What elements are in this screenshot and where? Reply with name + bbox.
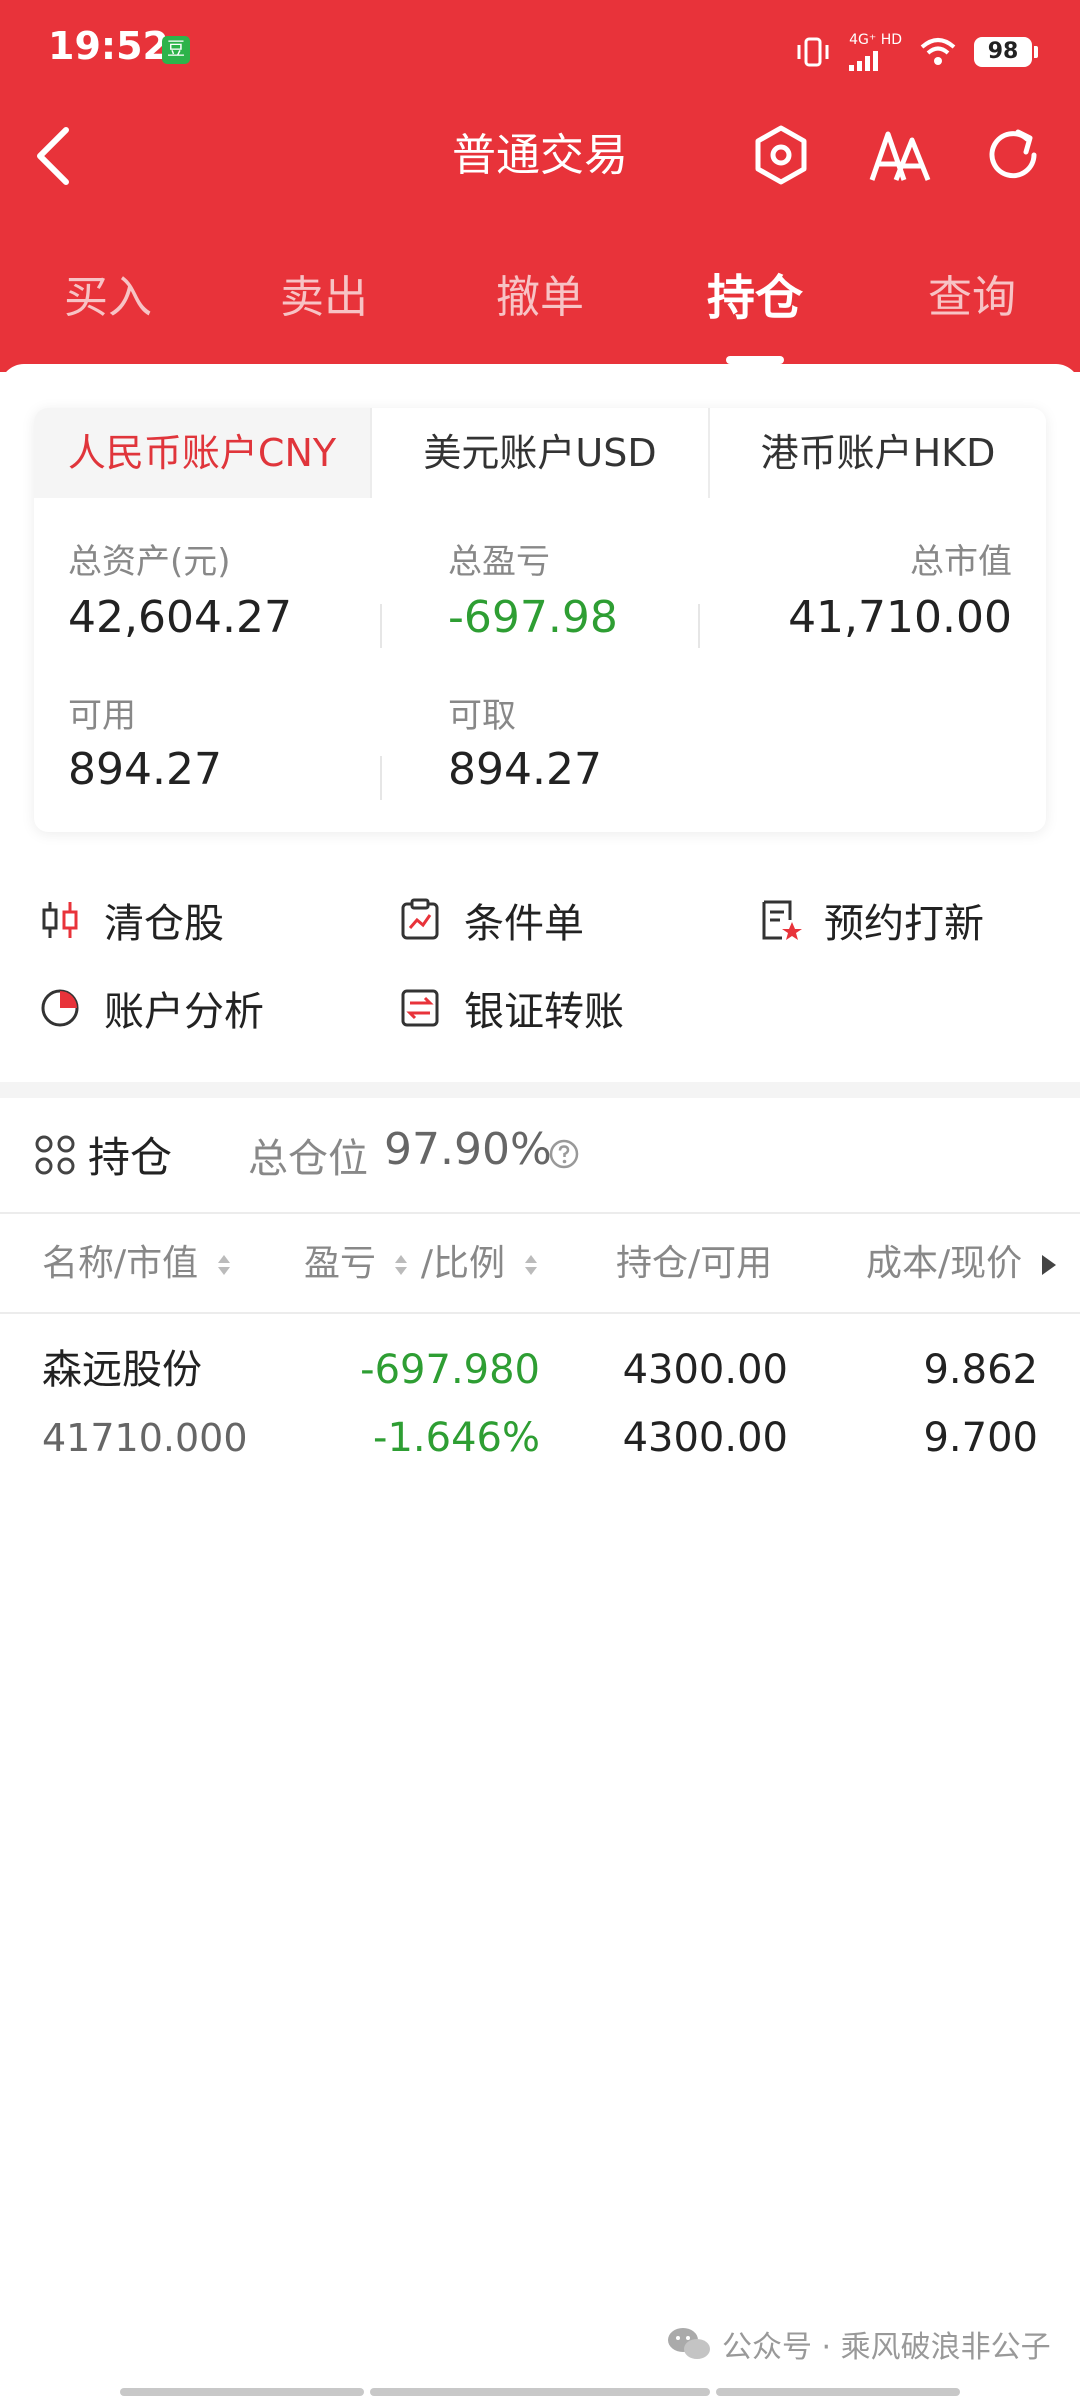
help-icon[interactable] [548, 1138, 580, 1170]
vibrate-icon [797, 37, 829, 67]
column-pnl[interactable]: 盈亏 /比例 [304, 1240, 539, 1288]
market-value-value: 41,710.00 [788, 592, 1012, 643]
sort-icon [217, 1255, 230, 1275]
divider [380, 604, 382, 648]
stock-name: 森远股份 [42, 1347, 202, 1393]
tab-buy[interactable]: 买入 [38, 268, 178, 328]
divider [0, 1212, 1080, 1214]
holdings-title: 持仓 [88, 1133, 173, 1182]
battery-indicator: 98 [974, 37, 1038, 67]
withdrawable-label: 可取 [448, 696, 516, 736]
market-value-label: 总市值 [910, 542, 1012, 582]
network-label: 4G⁺ HD [849, 32, 902, 48]
grid-icon [35, 1135, 75, 1175]
clipboard-chart-icon [401, 898, 439, 940]
total-pnl-value: -697.98 [448, 592, 618, 643]
clear-positions-button[interactable]: 清仓股 [38, 890, 224, 950]
watermark-text: 公众号 · 乘风破浪非公子 [722, 2330, 1051, 2365]
stock-pnl-ratio: -1.646% [373, 1415, 540, 1461]
available-value: 894.27 [68, 744, 222, 795]
ipo-subscription-button[interactable]: 预约打新 [758, 890, 984, 950]
stock-price: 9.700 [923, 1415, 1038, 1461]
column-label: 盈亏 [304, 1243, 377, 1284]
quick-action-label: 账户分析 [104, 989, 264, 1035]
tab-account-cny[interactable]: 人民币账户CNY [34, 408, 370, 498]
divider [698, 604, 700, 648]
tab-cancel-order[interactable]: 撤单 [470, 268, 610, 328]
tab-account-usd[interactable]: 美元账户USD [370, 408, 708, 498]
wifi-icon [920, 38, 956, 65]
quick-action-label: 条件单 [464, 901, 584, 947]
divider [380, 756, 382, 800]
stock-holding: 4300.00 [622, 1347, 788, 1393]
stock-cost: 9.862 [923, 1347, 1038, 1393]
pie-chart-icon [41, 989, 79, 1027]
sort-icon [524, 1255, 537, 1275]
withdrawable-value: 894.27 [448, 744, 602, 795]
status-icons: 4G⁺ HD 98 [795, 30, 1038, 74]
column-name-market-value[interactable]: 名称/市值 [42, 1240, 232, 1288]
font-size-icon[interactable] [866, 122, 932, 188]
transfer-icon [401, 989, 439, 1027]
total-position-label: 总仓位 [248, 1136, 368, 1182]
tab-holdings[interactable]: 持仓 [685, 268, 825, 328]
conditional-order-button[interactable]: 条件单 [398, 890, 584, 950]
candlestick-icon [42, 902, 78, 938]
quick-action-label: 清仓股 [104, 901, 224, 947]
settings-hexagon-icon[interactable] [748, 122, 814, 188]
column-cost-price[interactable]: 成本/现价 [866, 1240, 1056, 1288]
watermark: 公众号 · 乘风破浪非公子 [666, 2322, 1051, 2366]
nav-handle [716, 2388, 960, 2396]
stock-available: 4300.00 [622, 1415, 788, 1461]
refresh-icon[interactable] [980, 122, 1046, 188]
quick-action-label: 预约打新 [824, 901, 984, 947]
nav-handle [120, 2388, 364, 2396]
signal-icon: 4G⁺ HD [849, 33, 902, 71]
available-label: 可用 [68, 696, 136, 736]
app-notification-icon: 豆 [162, 36, 190, 64]
total-assets-label: 总资产(元) [68, 542, 231, 582]
total-assets-value: 42,604.27 [68, 592, 292, 643]
currency-tabs: 人民币账户CNY 美元账户USD 港币账户HKD [34, 408, 1046, 498]
active-tab-indicator [726, 356, 784, 364]
section-separator [0, 1082, 1080, 1098]
bank-transfer-button[interactable]: 银证转账 [398, 978, 624, 1038]
scroll-right-icon [1041, 1255, 1056, 1275]
stock-pnl: -697.980 [360, 1347, 540, 1393]
doc-star-icon [762, 900, 802, 940]
column-holding-available[interactable]: 持仓/可用 [616, 1240, 772, 1288]
divider [0, 1312, 1080, 1314]
account-analysis-button[interactable]: 账户分析 [38, 978, 264, 1038]
status-time: 19:52 [48, 24, 169, 68]
tab-sell[interactable]: 卖出 [254, 268, 394, 328]
account-summary-card: 人民币账户CNY 美元账户USD 港币账户HKD 总资产(元) 42,604.2… [34, 408, 1046, 832]
column-label: 名称/市值 [42, 1243, 199, 1284]
sort-icon [395, 1255, 408, 1275]
wechat-icon [668, 2328, 710, 2359]
trade-tabs: 买入 卖出 撤单 持仓 查询 [0, 268, 1080, 348]
stock-market-value: 41710.000 [42, 1416, 248, 1460]
total-position-value: 97.90% [384, 1124, 552, 1175]
column-label: 成本/现价 [866, 1243, 1023, 1284]
column-label: /比例 [420, 1243, 506, 1284]
tab-account-hkd[interactable]: 港币账户HKD [708, 408, 1046, 498]
tab-query[interactable]: 查询 [902, 268, 1042, 328]
total-pnl-label: 总盈亏 [448, 542, 550, 582]
nav-handle [370, 2388, 710, 2396]
quick-action-label: 银证转账 [464, 989, 624, 1035]
